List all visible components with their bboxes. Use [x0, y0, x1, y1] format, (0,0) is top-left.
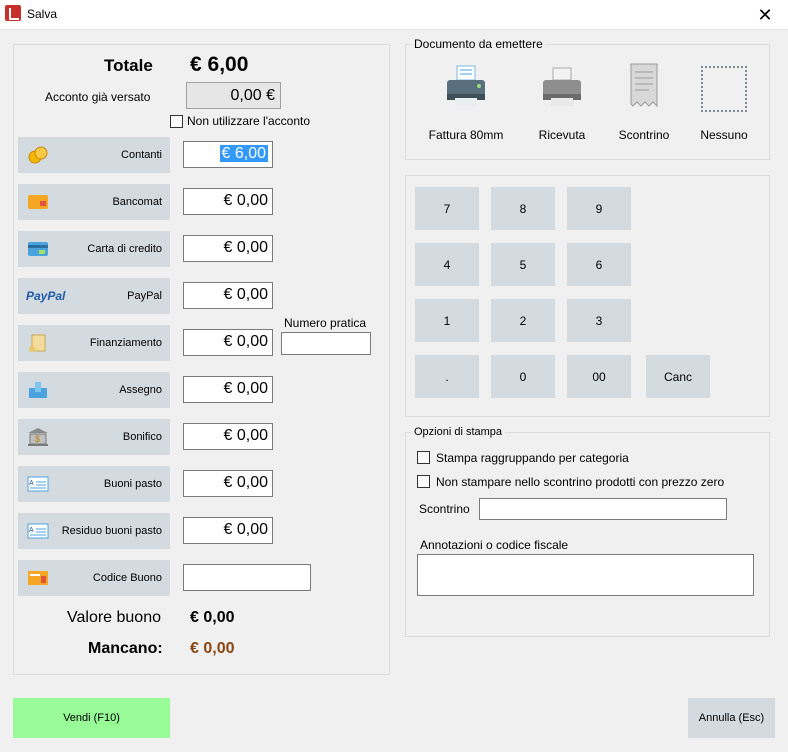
doc-option-till-receipt-label: Scontrino	[618, 128, 670, 142]
payment-transfer-label: Bonifico	[122, 431, 162, 443]
deposit-field: 0,00 €	[186, 82, 281, 109]
cheque-amount-input[interactable]: € 0,00	[183, 376, 273, 403]
payment-transfer-button[interactable]: $ Bonifico	[18, 419, 170, 455]
key-decimal[interactable]: .	[415, 355, 479, 398]
credit-card-amount-input[interactable]: € 0,00	[183, 235, 273, 262]
cash-amount-input[interactable]: € 6,00	[183, 141, 273, 168]
payment-voucher-code-button[interactable]: Codice Buono	[18, 560, 170, 596]
key-2[interactable]: 2	[491, 299, 555, 342]
payment-paypal-label: PayPal	[127, 290, 162, 302]
skip-zero-price-checkbox[interactable]	[417, 475, 430, 488]
no-deposit-label: Non utilizzare l'acconto	[187, 114, 311, 128]
missing-value: € 0,00	[190, 640, 235, 657]
payment-cash-label: Contanti	[121, 149, 162, 161]
key-cancel[interactable]: Canc	[646, 355, 710, 398]
meal-voucher-amount-input[interactable]: € 0,00	[183, 470, 273, 497]
payment-voucher-code-label: Codice Buono	[92, 572, 162, 584]
group-by-category-label: Stampa raggruppando per categoria	[436, 451, 629, 465]
key-3[interactable]: 3	[567, 299, 631, 342]
payment-cheque-label: Assegno	[119, 384, 162, 396]
doc-option-none-label: Nessuno	[700, 128, 748, 142]
printer-gray-icon	[539, 64, 585, 108]
sell-button[interactable]: Vendi (F10)	[13, 698, 170, 738]
payment-cash-button[interactable]: Contanti	[18, 137, 170, 173]
debit-card-icon	[26, 192, 50, 212]
doc-option-invoice-label: Fattura 80mm	[428, 128, 504, 142]
voucher-code-icon	[26, 568, 50, 588]
notes-input[interactable]	[417, 554, 754, 596]
close-button[interactable]: ✕	[742, 0, 788, 30]
skip-zero-price-label: Non stampare nello scontrino prodotti co…	[436, 475, 725, 489]
key-9[interactable]: 9	[567, 187, 631, 230]
financing-amount-input[interactable]: € 0,00	[183, 329, 273, 356]
voucher-value: € 0,00	[190, 609, 235, 626]
cash-amount-value: € 6,00	[219, 145, 268, 162]
payment-meal-voucher-button[interactable]: A Buoni pasto	[18, 466, 170, 502]
payment-credit-card-button[interactable]: Carta di credito	[18, 231, 170, 267]
key-00[interactable]: 00	[567, 355, 631, 398]
receipt-number-label: Scontrino	[419, 502, 470, 516]
payment-meal-voucher-rest-button[interactable]: A Residuo buoni pasto	[18, 513, 170, 549]
missing-label: Mancano:	[88, 640, 163, 657]
print-options-legend: Opzioni di stampa	[411, 426, 506, 438]
payment-paypal-button[interactable]: PayPal PayPal	[18, 278, 170, 314]
deposit-value: 0,00 €	[230, 87, 275, 104]
voucher-code-input[interactable]	[183, 564, 311, 591]
none-dashed-icon	[701, 66, 747, 112]
payment-financing-button[interactable]: Finanziamento	[18, 325, 170, 361]
window-title: Salva	[27, 7, 58, 21]
payment-cheque-button[interactable]: Assegno	[18, 372, 170, 408]
paypal-logo-text: PayPal	[26, 289, 66, 303]
total-label: Totale	[104, 56, 153, 75]
payment-meal-voucher-rest-label: Residuo buoni pasto	[61, 525, 162, 537]
key-8[interactable]: 8	[491, 187, 555, 230]
payment-financing-label: Finanziamento	[89, 337, 162, 349]
no-deposit-checkbox[interactable]	[170, 115, 183, 128]
cancel-button[interactable]: Annulla (Esc)	[688, 698, 775, 738]
coins-icon	[26, 145, 50, 165]
key-7[interactable]: 7	[415, 187, 479, 230]
title-bar: Salva ✕	[0, 0, 788, 30]
doc-option-invoice[interactable]: Fattura 80mm	[420, 60, 512, 146]
practice-number-label: Numero pratica	[284, 316, 367, 330]
cheque-icon	[26, 380, 50, 400]
key-6[interactable]: 6	[567, 243, 631, 286]
practice-number-input[interactable]	[281, 332, 371, 355]
document-legend: Documento da emettere	[411, 37, 546, 51]
key-1[interactable]: 1	[415, 299, 479, 342]
payment-meal-voucher-label: Buoni pasto	[103, 478, 162, 490]
key-5[interactable]: 5	[491, 243, 555, 286]
scroll-icon	[26, 333, 50, 353]
paypal-icon: PayPal	[26, 286, 76, 306]
meal-voucher-rest-amount-input[interactable]: € 0,00	[183, 517, 273, 544]
voucher-value-label: Valore buono	[67, 609, 161, 626]
receipt-icon	[621, 62, 667, 110]
bank-icon: $	[26, 427, 50, 447]
total-value: € 6,00	[190, 53, 249, 76]
group-by-category-checkbox[interactable]	[417, 451, 430, 464]
doc-option-receipt[interactable]: Ricevuta	[524, 60, 600, 146]
meal-voucher-icon: A	[26, 474, 50, 494]
svg-text:A: A	[29, 527, 34, 534]
notes-label: Annotazioni o codice fiscale	[420, 538, 569, 552]
doc-option-receipt-label: Ricevuta	[538, 128, 586, 142]
deposit-label: Acconto già versato	[45, 90, 151, 104]
doc-option-till-receipt[interactable]: Scontrino	[606, 60, 682, 146]
receipt-number-input[interactable]	[479, 498, 727, 520]
payment-debit-button[interactable]: Bancomat	[18, 184, 170, 220]
payment-debit-label: Bancomat	[112, 196, 162, 208]
svg-text:$: $	[35, 434, 40, 444]
payment-credit-card-label: Carta di credito	[87, 243, 162, 255]
credit-card-icon	[26, 239, 50, 259]
printer-color-icon	[443, 64, 489, 108]
app-logo-icon	[5, 5, 21, 21]
key-0[interactable]: 0	[491, 355, 555, 398]
debit-amount-input[interactable]: € 0,00	[183, 188, 273, 215]
svg-text:A: A	[29, 480, 34, 487]
doc-option-none[interactable]: Nessuno	[688, 60, 760, 146]
meal-voucher-rest-icon: A	[26, 521, 50, 541]
key-4[interactable]: 4	[415, 243, 479, 286]
paypal-amount-input[interactable]: € 0,00	[183, 282, 273, 309]
transfer-amount-input[interactable]: € 0,00	[183, 423, 273, 450]
